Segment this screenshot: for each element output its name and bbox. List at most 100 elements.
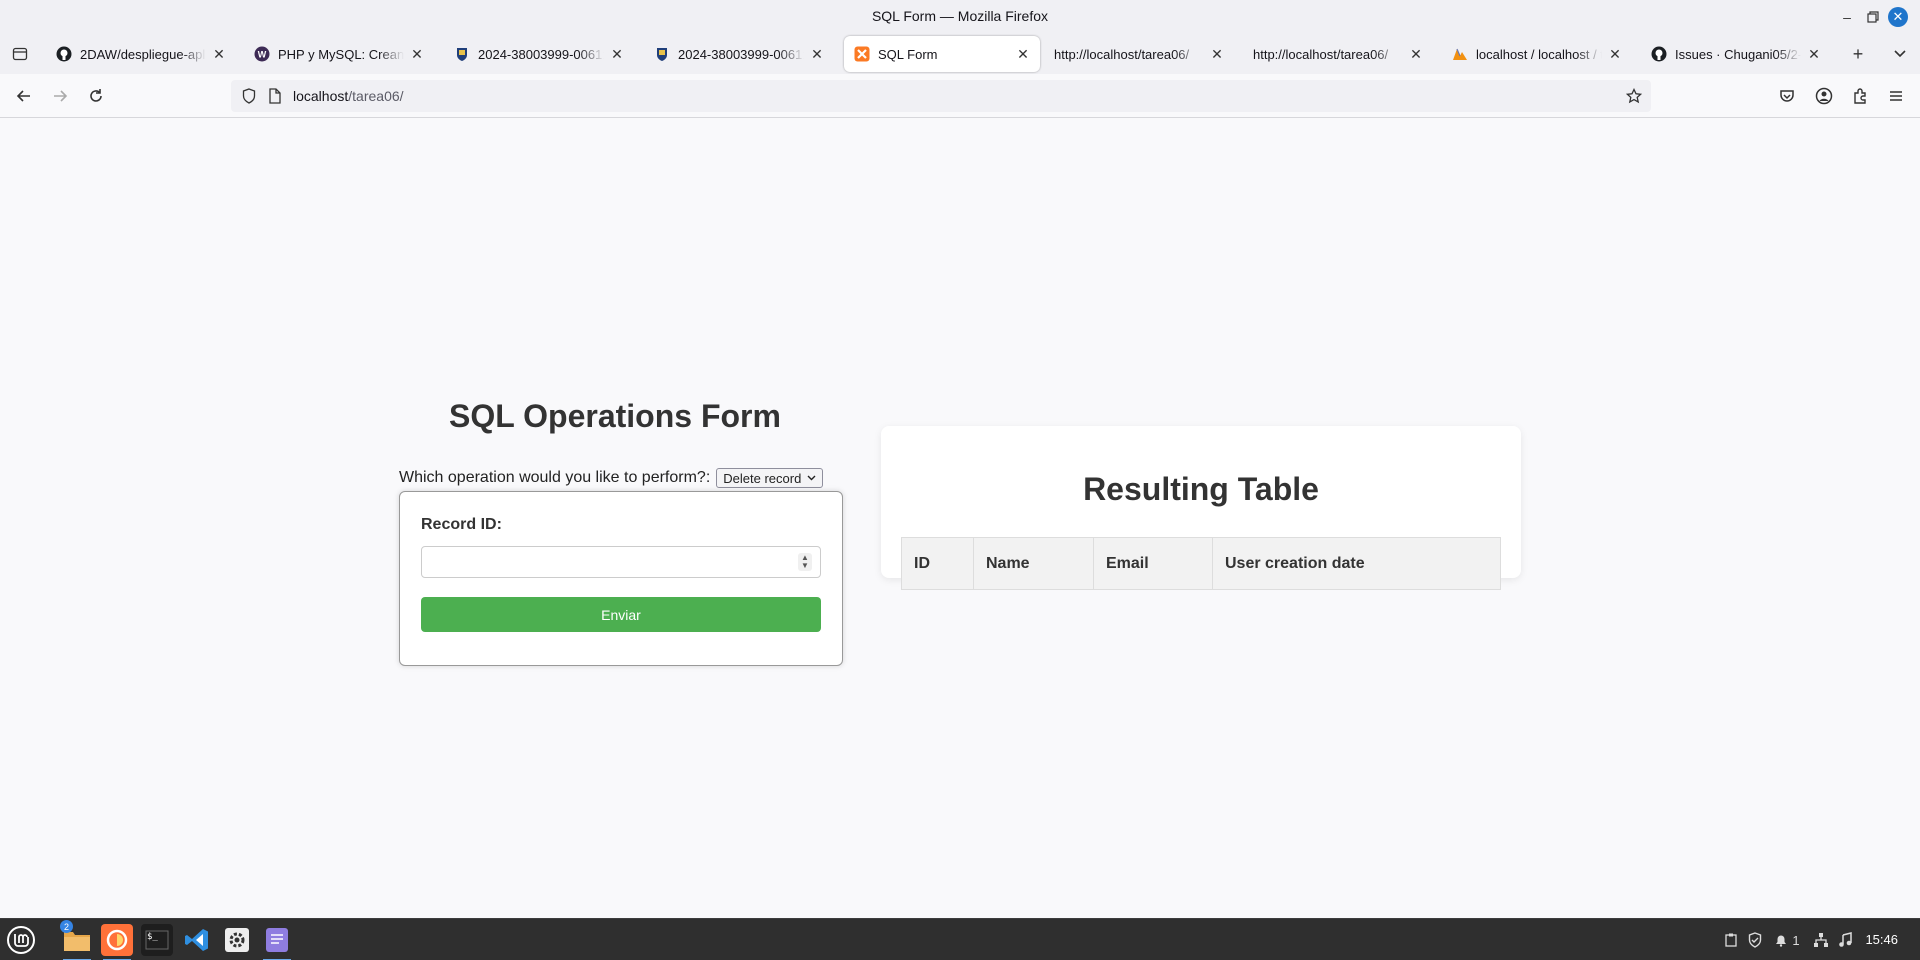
- settings-app[interactable]: [221, 924, 253, 956]
- tab-close-icon[interactable]: ✕: [410, 46, 424, 63]
- tab-github-despliegue[interactable]: 2DAW/despliegue-aplic ✕: [46, 36, 236, 72]
- form-title: SQL Operations Form: [449, 398, 781, 434]
- text-editor-icon: [266, 928, 288, 952]
- start-menu-button[interactable]: [5, 924, 37, 956]
- tab-localhost-tarea06-a[interactable]: http://localhost/tarea06/ ✕: [1044, 36, 1234, 72]
- notifications-count: 1: [1792, 932, 1800, 948]
- column-header-email: Email: [1093, 537, 1213, 590]
- back-arrow-icon: [16, 90, 30, 102]
- firefox-icon: [106, 929, 128, 951]
- column-header-id: ID: [901, 537, 974, 590]
- tab-close-icon[interactable]: ✕: [1016, 46, 1030, 63]
- tab-close-icon[interactable]: ✕: [212, 46, 226, 63]
- url-text: localhost/tarea06/: [293, 88, 404, 104]
- page-content: SQL Operations Form Which operation woul…: [0, 118, 1920, 918]
- xampp-icon: [854, 46, 870, 62]
- tab-close-icon[interactable]: ✕: [1608, 46, 1622, 63]
- firefox-view-button[interactable]: [8, 42, 32, 66]
- tab-close-icon[interactable]: ✕: [1210, 46, 1224, 63]
- pocket-icon: [1780, 90, 1794, 102]
- github-icon: [56, 46, 72, 62]
- files-app[interactable]: 2: [60, 920, 93, 960]
- phpmyadmin-icon: [1452, 46, 1468, 62]
- list-all-tabs-button[interactable]: [1888, 42, 1912, 66]
- terminal-icon: $_: [145, 930, 169, 950]
- number-spinner[interactable]: ▲ ▼: [798, 553, 812, 571]
- record-id-input[interactable]: ▲ ▼: [421, 546, 821, 578]
- gear-icon: [225, 928, 249, 952]
- account-button[interactable]: [1812, 84, 1836, 108]
- tab-strip: 2DAW/despliegue-aplic ✕ W PHP y MySQL: C…: [0, 34, 1920, 74]
- forward-arrow-icon: [54, 90, 68, 102]
- firefox-view-icon: [12, 47, 28, 61]
- terminal-app[interactable]: $_: [141, 924, 173, 956]
- tab-close-icon[interactable]: ✕: [810, 46, 824, 63]
- shield-crest-icon: [654, 46, 670, 62]
- operation-prompt: Which operation would you like to perfor…: [399, 469, 711, 486]
- vscode-icon: [185, 929, 208, 951]
- taskbar: 2 $_ 1 15:46: [0, 918, 1920, 960]
- tab-github-issues[interactable]: Issues · Chugani05/2-DA ✕: [1641, 36, 1831, 72]
- hamburger-menu-icon: [1890, 91, 1902, 101]
- submit-button[interactable]: Enviar: [421, 597, 821, 632]
- new-tab-button[interactable]: +: [1846, 42, 1870, 66]
- network-tray-icon[interactable]: [1812, 931, 1830, 949]
- wordpress-like-icon: W: [254, 46, 270, 62]
- tab-phpmyadmin[interactable]: localhost / localhost / ta ✕: [1442, 36, 1632, 72]
- github-icon: [1651, 46, 1667, 62]
- puzzle-icon: [1854, 88, 1866, 104]
- back-button[interactable]: [12, 84, 36, 108]
- bookmark-star-icon[interactable]: [1625, 87, 1643, 105]
- minimize-button[interactable]: –: [1836, 6, 1858, 28]
- result-table: ID Name Email User creation date: [901, 537, 1501, 590]
- operation-selected-value: Delete record: [723, 470, 802, 486]
- window-title: SQL Form — Mozilla Firefox: [871, 8, 1049, 24]
- tab-localhost-tarea06-b[interactable]: http://localhost/tarea06/ ✕: [1243, 36, 1433, 72]
- text-editor-app[interactable]: [261, 924, 293, 960]
- tracking-protection-shield-icon[interactable]: [241, 88, 257, 104]
- svg-text:$_: $_: [147, 932, 158, 942]
- linux-mint-icon: [7, 926, 35, 954]
- svg-text:W: W: [258, 50, 267, 60]
- tab-php-mysql[interactable]: W PHP y MySQL: Creando ✕: [244, 36, 434, 72]
- vscode-app[interactable]: [181, 924, 213, 956]
- result-title: Resulting Table: [1083, 471, 1319, 507]
- chevron-down-icon: [1894, 50, 1906, 58]
- tab-close-icon[interactable]: ✕: [1409, 46, 1423, 63]
- pocket-button[interactable]: [1775, 84, 1799, 108]
- tab-close-icon[interactable]: ✕: [1807, 46, 1821, 63]
- tab-record-1[interactable]: 2024-38003999-0061: T ✕: [444, 36, 634, 72]
- volume-tray-icon[interactable]: [1836, 931, 1854, 949]
- firefox-app[interactable]: [101, 924, 133, 960]
- reload-button[interactable]: [84, 84, 108, 108]
- notification-icon: [1776, 935, 1787, 947]
- column-header-creation-date: User creation date: [1212, 537, 1501, 590]
- operation-select[interactable]: Delete record: [716, 468, 824, 488]
- extensions-button[interactable]: [1848, 84, 1872, 108]
- url-bar[interactable]: localhost/tarea06/: [231, 80, 1651, 112]
- security-shield-tray-icon[interactable]: [1746, 931, 1764, 949]
- record-id-label: Record ID:: [421, 516, 502, 533]
- tab-sql-form[interactable]: SQL Form ✕: [844, 36, 1040, 72]
- operation-form-card: Record ID: ▲ ▼ Enviar: [399, 491, 843, 666]
- notifications-tray[interactable]: 1: [1772, 931, 1802, 949]
- account-icon: [1815, 87, 1833, 105]
- shield-crest-icon: [454, 46, 470, 62]
- taskbar-clock[interactable]: 15:46: [1865, 932, 1898, 947]
- tab-record-2[interactable]: 2024-38003999-0061: Ir ✕: [644, 36, 834, 72]
- chevron-down-icon: [807, 475, 816, 481]
- forward-button[interactable]: [48, 84, 72, 108]
- tab-close-icon[interactable]: ✕: [610, 46, 624, 63]
- operation-row: Which operation would you like to perfor…: [399, 468, 824, 488]
- restore-button[interactable]: [1862, 6, 1884, 28]
- page-icon[interactable]: [267, 88, 283, 104]
- window-close-button[interactable]: ✕: [1888, 7, 1908, 27]
- app-menu-button[interactable]: [1884, 84, 1908, 108]
- column-header-name: Name: [973, 537, 1094, 590]
- clipboard-tray-icon[interactable]: [1722, 931, 1740, 949]
- restore-icon: [1867, 11, 1879, 23]
- reload-icon: [90, 89, 102, 102]
- result-card: Resulting Table ID Name Email User creat…: [881, 426, 1521, 590]
- spin-down-icon: ▼: [801, 561, 809, 570]
- window-titlebar: SQL Form — Mozilla Firefox – ✕: [0, 0, 1920, 34]
